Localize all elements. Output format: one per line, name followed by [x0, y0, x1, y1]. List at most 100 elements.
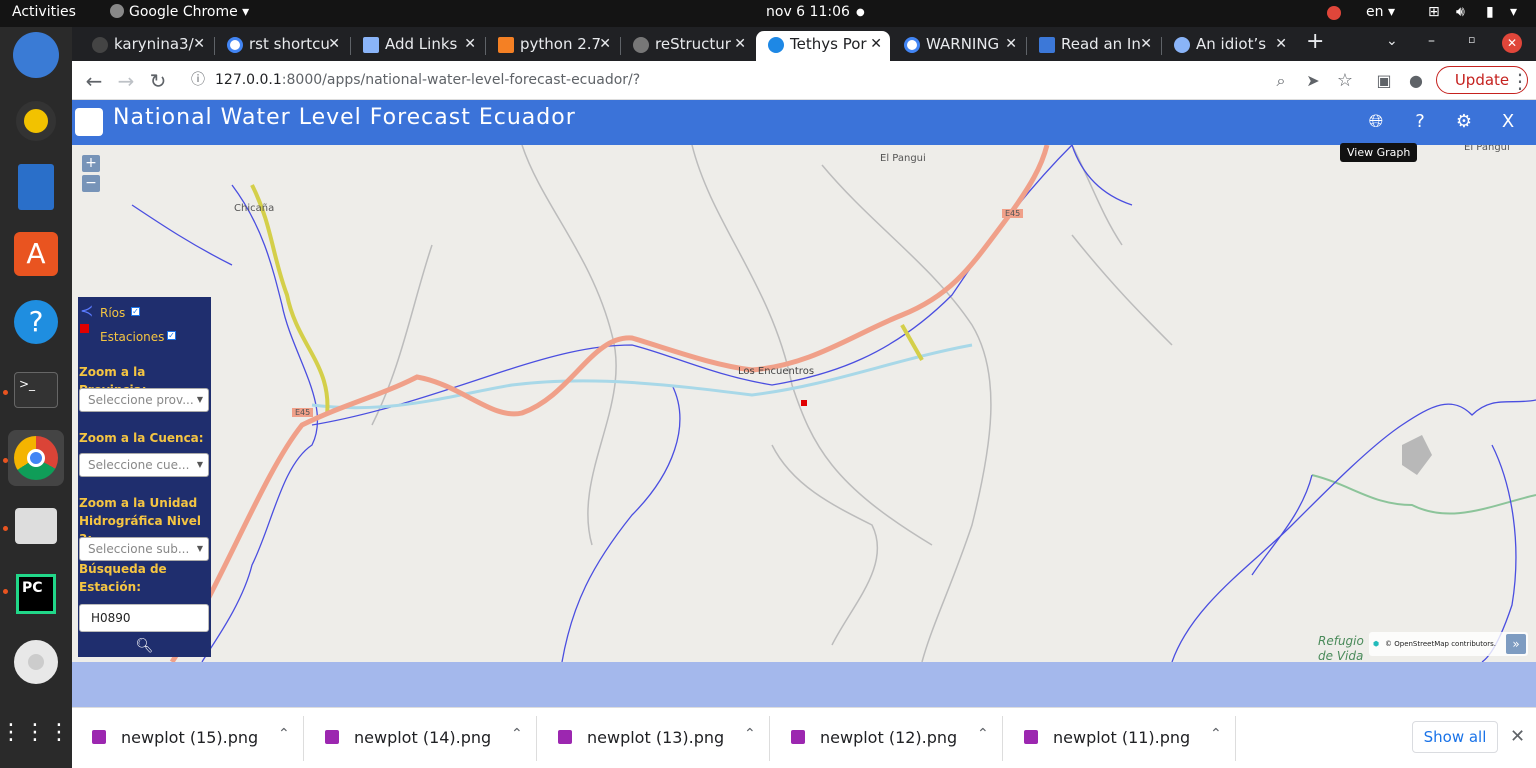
- settings-gear-icon[interactable]: ⚙: [1450, 108, 1478, 136]
- send-icon[interactable]: ➤: [1299, 67, 1327, 95]
- zoom-icon[interactable]: ⌕: [1267, 67, 1295, 95]
- chevron-up-icon[interactable]: ⌃: [278, 726, 290, 742]
- thunderbird-icon[interactable]: [8, 27, 64, 83]
- google-icon: [904, 37, 920, 53]
- do-not-disturb-icon[interactable]: [1327, 6, 1341, 20]
- language-indicator[interactable]: en ▾: [1366, 4, 1395, 20]
- new-tab-icon[interactable]: +: [1306, 29, 1324, 54]
- zoom-in-button[interactable]: +: [82, 155, 100, 172]
- rios-checkbox[interactable]: ✓: [131, 307, 140, 316]
- tab-0[interactable]: karynina3/✕: [80, 31, 213, 61]
- close-tab-icon[interactable]: ✕: [1140, 31, 1152, 57]
- chevron-up-icon[interactable]: ⌃: [977, 726, 989, 742]
- app-center-icon[interactable]: A: [8, 226, 64, 282]
- unidad-select[interactable]: Seleccione sub... ▼: [79, 537, 209, 561]
- clock[interactable]: nov 6 11:06: [766, 4, 850, 20]
- terminal-icon[interactable]: >_: [8, 362, 64, 418]
- provincia-select[interactable]: Seleccione prov... ▼: [79, 388, 209, 412]
- app-menu[interactable]: Google Chrome ▾: [110, 4, 249, 20]
- window-close-icon[interactable]: ✕: [1502, 33, 1522, 53]
- minimize-icon[interactable]: –: [1428, 33, 1435, 49]
- show-applications-icon[interactable]: ⋮⋮⋮: [0, 705, 70, 761]
- disc-icon[interactable]: [8, 634, 64, 690]
- pycharm-icon[interactable]: PC: [8, 566, 64, 622]
- close-tab-icon[interactable]: ✕: [870, 31, 882, 57]
- close-tab-icon[interactable]: ✕: [1275, 31, 1287, 57]
- tab-search-icon[interactable]: ⌄: [1386, 33, 1398, 49]
- files-icon[interactable]: [8, 498, 64, 554]
- close-tab-icon[interactable]: ✕: [599, 31, 611, 57]
- map-canvas[interactable]: + − Chicaña El Pangui El Pangui Los Encu…: [72, 145, 1536, 662]
- tab-8[interactable]: An idiot’s ✕: [1162, 31, 1295, 61]
- rst-icon: [633, 37, 649, 53]
- maximize-icon[interactable]: ▫: [1468, 33, 1475, 46]
- chevron-up-icon[interactable]: ⌃: [511, 726, 523, 742]
- exit-app-button[interactable]: X: [1494, 108, 1522, 136]
- bookmark-star-icon[interactable]: ☆: [1331, 67, 1359, 95]
- download-filename: newplot (12).png: [820, 728, 958, 747]
- graph-area: [72, 662, 1536, 707]
- download-item[interactable]: newplot (12).png ⌃: [771, 716, 1003, 761]
- zoom-out-button[interactable]: −: [82, 175, 100, 192]
- view-graph-tooltip: View Graph: [1340, 143, 1418, 162]
- help-icon[interactable]: ?: [8, 294, 64, 350]
- site-info-icon[interactable]: ⓘ: [191, 65, 205, 96]
- system-menu-icon[interactable]: ▾: [1510, 4, 1517, 20]
- help-icon[interactable]: ?: [1406, 108, 1434, 136]
- reserve-boundary: [1311, 474, 1536, 515]
- forward-icon[interactable]: →: [112, 67, 140, 95]
- download-item[interactable]: newplot (13).png ⌃: [538, 716, 770, 761]
- close-tab-icon[interactable]: ✕: [1005, 31, 1017, 57]
- download-item[interactable]: newplot (14).png ⌃: [305, 716, 537, 761]
- estaciones-checkbox[interactable]: ✓: [167, 331, 176, 340]
- show-all-button[interactable]: Show all: [1412, 721, 1498, 753]
- volume-icon[interactable]: 🔊︎: [1456, 4, 1465, 20]
- tab-4[interactable]: reStructur ✕: [621, 31, 754, 61]
- rhythmbox-icon[interactable]: [8, 93, 64, 149]
- google-icon: [227, 37, 243, 53]
- attribution-toggle[interactable]: »: [1506, 634, 1526, 654]
- tab-5-active[interactable]: Tethys Por ✕: [756, 31, 890, 61]
- tab-6[interactable]: WARNING ✕: [892, 31, 1025, 61]
- cuenca-select[interactable]: Seleccione cue... ▼: [79, 453, 209, 477]
- close-tab-icon[interactable]: ✕: [464, 31, 476, 57]
- search-button[interactable]: 🔍︎: [78, 635, 211, 657]
- tab-2[interactable]: Add Links ✕: [351, 31, 484, 61]
- app-header: National Water Level Forecast Ecuador 🌐︎…: [72, 100, 1536, 145]
- download-filename: newplot (14).png: [354, 728, 492, 747]
- close-tab-icon[interactable]: ✕: [193, 31, 205, 57]
- tab-3[interactable]: python 2.7 ✕: [486, 31, 619, 61]
- globe-icon[interactable]: 🌐︎: [1362, 108, 1390, 136]
- chevron-up-icon[interactable]: ⌃: [744, 726, 756, 742]
- highway-e45: [169, 145, 1050, 662]
- chrome-dock-icon[interactable]: [8, 430, 64, 486]
- profile-icon[interactable]: ●: [1402, 67, 1430, 95]
- dock: A ? >_ PC ⋮⋮⋮: [0, 27, 72, 768]
- files-running-indicator: [3, 526, 8, 531]
- address-field[interactable]: ⓘ 127.0.0.1:8000/apps/national-water-lev…: [179, 65, 1239, 96]
- tab-1[interactable]: rst shortcu ✕: [215, 31, 348, 61]
- close-downloads-icon[interactable]: ✕: [1510, 726, 1525, 747]
- activities-button[interactable]: Activities: [12, 4, 76, 20]
- toolbar: ← → ↻ ⓘ 127.0.0.1:8000/apps/national-wat…: [72, 61, 1536, 100]
- tab-7[interactable]: Read an In ✕: [1027, 31, 1160, 61]
- network-icon[interactable]: ⊞: [1428, 4, 1440, 20]
- map-attribution: ⬢ © OpenStreetMap contributors. »: [1369, 632, 1528, 656]
- station-search-input[interactable]: H0890: [79, 604, 209, 632]
- back-icon[interactable]: ←: [80, 67, 108, 95]
- chrome-running-indicator: [3, 458, 8, 463]
- download-item[interactable]: newplot (11).png ⌃: [1004, 716, 1236, 761]
- chevron-up-icon[interactable]: ⌃: [1210, 726, 1222, 742]
- close-tab-icon[interactable]: ✕: [328, 31, 340, 57]
- chrome-menu-icon[interactable]: ⋮: [1506, 67, 1534, 95]
- download-item[interactable]: newplot (15).png ⌃: [72, 716, 304, 761]
- image-file-icon: [92, 730, 106, 744]
- close-tab-icon[interactable]: ✕: [734, 31, 746, 57]
- battery-icon[interactable]: ▮: [1486, 4, 1494, 20]
- station-marker[interactable]: [801, 400, 807, 406]
- pycharm-running-indicator: [3, 589, 8, 594]
- libreoffice-writer-icon[interactable]: [8, 159, 64, 215]
- reload-icon[interactable]: ↻: [144, 67, 172, 95]
- app-logo-icon[interactable]: [75, 108, 103, 136]
- side-panel-icon[interactable]: ▣: [1370, 67, 1398, 95]
